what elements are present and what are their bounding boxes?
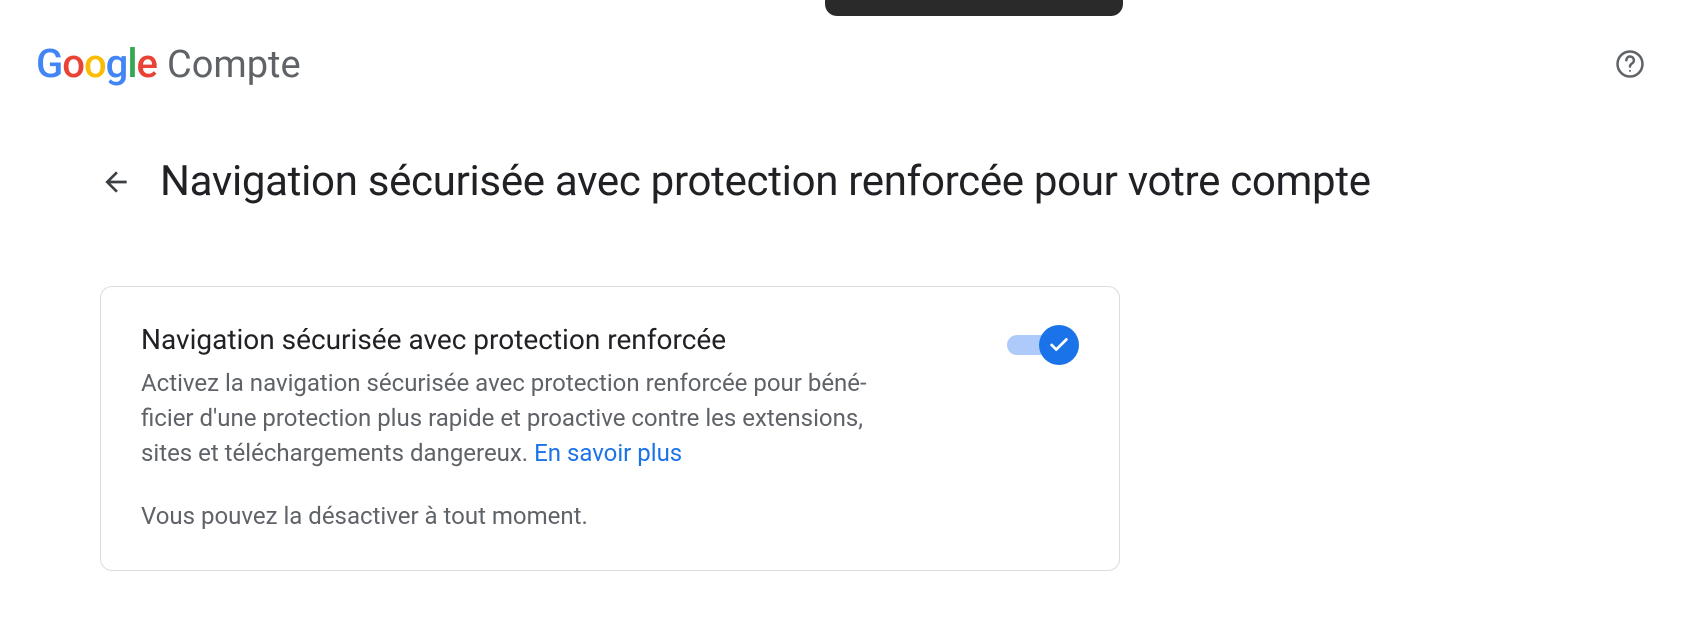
toggle-thumb [1039,325,1079,365]
logo-letter-g: G [36,40,62,87]
title-row: Navigation sécurisée avec protection ren… [100,157,1686,206]
logo-letter-o2: o [84,40,106,87]
safe-browsing-card: Navigation sécurisée avec protection ren… [100,286,1120,571]
card-text: Navigation sécurisée avec protection ren… [141,323,901,530]
logo-letter-l: l [127,40,136,87]
logo-letter-o1: o [62,40,84,87]
google-logo: G o o g l e [36,40,157,87]
logo-letter-g2: g [106,40,128,87]
check-icon [1048,334,1070,356]
enhanced-safe-browsing-toggle[interactable] [1007,325,1079,365]
card-description: Activez la navigation sécurisée avec pro… [141,366,901,470]
back-arrow-icon[interactable] [100,166,132,198]
top-dark-overlay [825,0,1123,16]
card-description-text: Activez la navigation sécurisée avec pro… [141,369,867,467]
help-icon[interactable] [1610,44,1650,84]
product-name: Compte [167,43,301,87]
logo-letter-e: e [137,40,157,87]
logo-area: G o o g l e Compte [36,40,301,87]
page-title: Navigation sécurisée avec protection ren… [160,157,1371,206]
card-note: Vous pouvez la désactiver à tout moment. [141,502,901,530]
learn-more-link[interactable]: En savoir plus [534,439,682,467]
card-title: Navigation sécurisée avec protection ren… [141,323,901,356]
